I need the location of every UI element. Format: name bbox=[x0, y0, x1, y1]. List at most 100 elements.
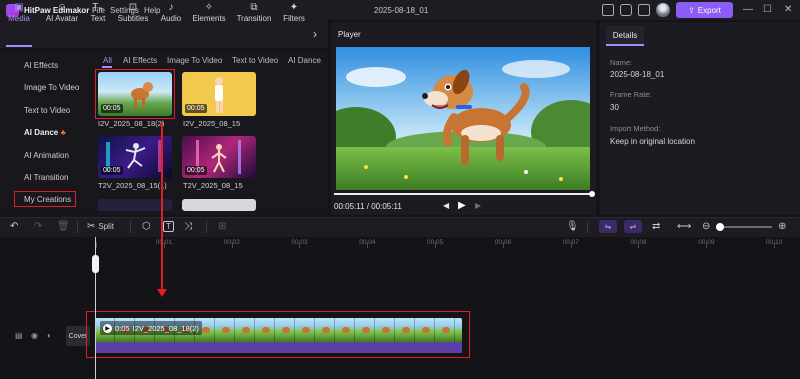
media-item-thumbnail[interactable]: 00:05 bbox=[182, 136, 256, 178]
freeze-frame-icon[interactable]: ⊞ bbox=[218, 221, 226, 233]
fit-timeline-icon[interactable]: ⟷ bbox=[677, 221, 691, 233]
ruler-label: 00:03 bbox=[291, 239, 308, 246]
link-icon: ⇋ bbox=[604, 222, 612, 231]
media-item-name: I2V_2025_08_18(2) bbox=[98, 119, 165, 128]
crop-cut-icon[interactable]: ⤨ bbox=[184, 221, 192, 233]
microphone-icon[interactable]: 🎙 bbox=[566, 221, 579, 233]
magnetic-snap-toggle[interactable]: ⇋ bbox=[599, 220, 617, 233]
dog-video-frame-icon bbox=[336, 47, 590, 190]
tab-details[interactable]: Details bbox=[606, 26, 644, 46]
tab-transition[interactable]: ⧉ Transition bbox=[236, 2, 272, 28]
subtitles-icon: ⊡ bbox=[128, 2, 138, 13]
video-preview[interactable] bbox=[336, 47, 590, 190]
user-avatar[interactable] bbox=[656, 3, 670, 17]
maximize-icon[interactable]: ☐ bbox=[763, 4, 772, 16]
ripple-icon: ⇌ bbox=[629, 222, 637, 231]
toolbar-divider bbox=[77, 221, 78, 233]
sidebar-item-text-to-video[interactable]: Text to Video bbox=[24, 106, 70, 115]
minimize-icon[interactable]: — bbox=[743, 4, 753, 16]
undo-icon[interactable]: ↶ bbox=[10, 221, 18, 233]
previous-frame-icon[interactable]: ◀ bbox=[443, 201, 449, 210]
tab-subtitles[interactable]: ⊡ Subtitles bbox=[116, 2, 150, 28]
ruler-label: 00:10 bbox=[766, 239, 783, 246]
media-item-thumbnail[interactable]: 00:05 bbox=[182, 72, 256, 116]
next-frame-icon[interactable]: ▶ bbox=[475, 201, 481, 210]
split-button[interactable]: ✂ Split bbox=[87, 221, 114, 233]
filter-ai-dance[interactable]: AI Dance bbox=[288, 56, 324, 65]
sidebar-item-ai-effects[interactable]: AI Effects bbox=[24, 61, 58, 70]
filter-all[interactable]: All bbox=[103, 56, 112, 65]
text-icon: T₊ bbox=[92, 2, 104, 13]
zoom-slider-track[interactable] bbox=[716, 226, 772, 228]
track-mute-icon[interactable]: ◐ bbox=[47, 331, 52, 340]
auto-ripple-toggle[interactable]: ⇌ bbox=[624, 220, 642, 233]
delete-icon[interactable]: 🗑 bbox=[57, 221, 70, 233]
filter-ai-effects[interactable]: AI Effects bbox=[123, 56, 157, 65]
export-icon: ⇪ bbox=[688, 5, 695, 15]
ruler-label: 00:09 bbox=[698, 239, 715, 246]
redo-icon[interactable]: ↷ bbox=[34, 221, 42, 233]
inbox-icon[interactable] bbox=[638, 4, 650, 16]
feedback-icon[interactable] bbox=[620, 4, 632, 16]
media-item-thumbnail[interactable] bbox=[182, 199, 256, 211]
track-visibility-icon[interactable]: ◉ bbox=[31, 331, 38, 340]
media-item-duration: 00:05 bbox=[101, 166, 123, 175]
tab-ai-avatar[interactable]: ☺ AI Avatar bbox=[43, 2, 81, 28]
text-box-icon[interactable]: T bbox=[163, 221, 174, 232]
tab-media-label: Media bbox=[8, 14, 30, 23]
timeline-ruler[interactable] bbox=[96, 237, 800, 249]
zoom-in-icon[interactable]: ⊕ bbox=[778, 221, 786, 233]
total-time: / 00:05:11 bbox=[366, 202, 402, 211]
media-item-name: T2V_2025_08_15(1) bbox=[98, 181, 167, 190]
current-time: 00:05:11 bbox=[334, 202, 365, 211]
playhead-handle[interactable] bbox=[92, 255, 99, 273]
zoom-out-icon[interactable]: ⊖ bbox=[702, 221, 710, 233]
detach-icon[interactable]: ⇄ bbox=[652, 221, 660, 233]
layout-icon[interactable] bbox=[602, 4, 614, 16]
details-frame-rate-value: 30 bbox=[610, 103, 619, 112]
sidebar-item-ai-transition[interactable]: AI Transition bbox=[24, 173, 68, 182]
ruler-label: 00:06 bbox=[494, 239, 512, 246]
sidebar-item-ai-dance-label: AI Dance bbox=[24, 128, 59, 137]
split-label: Split bbox=[98, 222, 114, 231]
tab-audio[interactable]: ♪ Audio bbox=[159, 2, 183, 28]
project-title: 2025-08-18_01 bbox=[374, 6, 429, 15]
sidebar-item-ai-animation[interactable]: AI Animation bbox=[24, 151, 69, 160]
music-note-icon: ♪ bbox=[168, 2, 174, 13]
filter-image-to-video[interactable]: Image To Video bbox=[167, 56, 222, 65]
player-progress-bar[interactable] bbox=[334, 193, 592, 195]
tab-filters[interactable]: ✦ Filters bbox=[282, 2, 306, 28]
media-item-name: I2V_2025_08_15 bbox=[183, 119, 241, 128]
tab-text[interactable]: T₊ Text bbox=[88, 2, 108, 28]
tab-transition-label: Transition bbox=[236, 14, 272, 23]
ruler-label: 00:01 bbox=[155, 239, 173, 246]
tab-elements[interactable]: ✧ Elements bbox=[191, 2, 227, 28]
sidebar-item-image-to-video[interactable]: Image To Video bbox=[24, 83, 79, 92]
ruler-label: 00:08 bbox=[630, 239, 647, 246]
annotation-arrow-line bbox=[161, 122, 163, 292]
ruler-tick bbox=[96, 242, 97, 248]
filter-text-to-video[interactable]: Text to Video bbox=[232, 56, 278, 65]
export-button[interactable]: ⇪ Export bbox=[676, 2, 733, 18]
scissors-icon: ✂ bbox=[87, 221, 96, 232]
highlight-box-selected-media bbox=[95, 69, 175, 119]
toolbar-divider bbox=[130, 221, 131, 233]
sidebar-item-ai-dance[interactable]: AI Dance ♣ bbox=[24, 128, 66, 137]
player-progress-knob[interactable] bbox=[589, 191, 595, 197]
ruler-label: 00:07 bbox=[562, 239, 579, 246]
chevron-right-icon[interactable]: › bbox=[313, 27, 317, 41]
mask-icon[interactable]: ⬡ bbox=[142, 221, 151, 233]
ruler-label: 00:04 bbox=[359, 239, 376, 246]
tab-subtitles-label: Subtitles bbox=[117, 14, 149, 23]
player-title: Player bbox=[338, 30, 361, 39]
track-lock-icon[interactable]: ▤ bbox=[15, 331, 23, 340]
close-icon[interactable]: ✕ bbox=[784, 4, 792, 16]
ruler-label: 00:05 bbox=[427, 239, 444, 246]
tab-media[interactable]: ▣ Media bbox=[8, 2, 30, 28]
details-import-method-label: Import Method: bbox=[610, 124, 661, 133]
annotation-arrow-head bbox=[157, 289, 167, 297]
zoom-slider-knob[interactable] bbox=[716, 223, 724, 231]
player-timecode: 00:05:11 / 00:05:11 bbox=[334, 202, 402, 211]
play-icon[interactable]: ▶ bbox=[458, 200, 466, 211]
export-label: Export bbox=[697, 5, 721, 15]
